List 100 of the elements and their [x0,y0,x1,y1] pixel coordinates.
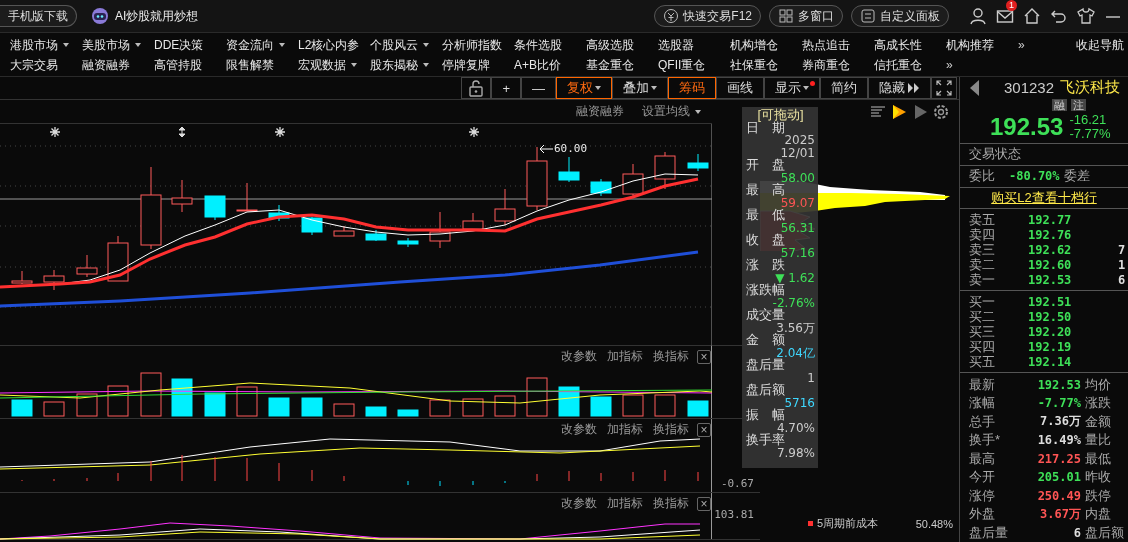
nav-link[interactable]: 港股市场 [10,36,82,54]
dropdown-caret-icon [423,63,429,67]
nav-link[interactable]: 限售解禁 [226,56,298,74]
stat-value: 7.36万 [1039,413,1081,431]
indicator-link[interactable]: 换指标 [653,348,689,365]
chart-tool-button[interactable]: 画线 [716,77,764,99]
collapse-nav-link[interactable]: 收起导航 [1076,36,1124,54]
nav-link[interactable]: L2核心内参 [298,36,370,54]
nav-link[interactable]: 条件选股 [514,36,586,54]
legend-label: 5周期前成本 [817,516,879,531]
nav-link[interactable]: 机构增仓 [730,36,802,54]
chart-tool-button[interactable]: + [491,77,521,99]
fullscreen-button[interactable] [931,77,957,99]
order-label: 卖一 [969,271,996,289]
tag-label: 注 [1071,98,1086,112]
chart-tool-button[interactable]: — [521,77,556,99]
field-label: 收 盘 [746,234,786,247]
user-icon[interactable] [969,7,987,25]
field-label: 振 幅 [746,409,786,422]
order-label: 买四 [969,338,996,356]
field-value: 12/01 [780,146,815,159]
nav-link[interactable]: 分析师指数 [442,36,514,54]
toolbar-button[interactable]: 自定义面板 [851,5,949,27]
indicator-link[interactable]: 改参数 [561,348,597,365]
data-panel[interactable]: [可拖动] 日 期 2025 12/01 开 盘 58.00 最 高 59.07 最 低 56.31 收 盘 57.16 涨 跌 ▼ 1.62 涨跌幅 -2.76% 成交量 3.56万 金 额 2.04亿 盘后量 1 盘后额 5716 振 幅 4.70% 换手率 7.98% [742,107,818,468]
home-icon[interactable] [1023,7,1041,25]
stat-label: 内盘 [1085,505,1111,524]
lock-button[interactable] [461,77,492,99]
more-link[interactable]: » [946,58,986,72]
close-button[interactable]: × [697,349,711,364]
indicator-link[interactable]: 改参数 [561,421,597,438]
stat-label: 外盘 [969,505,996,524]
nav-link[interactable]: 信托重仓 [874,56,946,74]
order-volume: 6 [1118,273,1126,287]
nav-link[interactable]: 大宗交易 [10,56,82,74]
dropdown-caret-icon [695,109,701,114]
candlestick [76,254,98,278]
chart-option-link[interactable]: 设置均线 [642,103,701,120]
candlestick [268,204,290,222]
indicator-link[interactable]: 加指标 [607,495,643,512]
nav-link[interactable]: 社保重仓 [730,56,802,74]
nav-link[interactable]: 宏观数据 [298,56,370,74]
chart-option-link[interactable]: 融资融券 [576,103,624,120]
nav-link[interactable]: 美股市场 [82,36,154,54]
nav-link[interactable]: 融资融券 [82,56,154,74]
candlestick [11,270,33,285]
indicator-link[interactable]: 加指标 [607,421,643,438]
field-value: 57.16 [780,246,815,259]
indicator-link[interactable]: 换指标 [653,495,689,512]
stat-label: 涨停 [969,486,996,505]
field-value: 4.70% [776,421,815,434]
chart-tool-button[interactable]: 简约 [820,77,868,99]
settings-icon[interactable] [933,104,949,120]
stat-value: 217.25 [1036,451,1081,466]
more-link[interactable]: » [1018,38,1058,52]
nav-link[interactable]: A+B比价 [514,56,586,74]
chart-tool-button[interactable]: 复权 [556,77,612,99]
stat-label: 最高 [969,449,996,468]
nav-link[interactable]: 个股风云 [370,36,442,54]
stat-label: 最低 [1085,449,1111,468]
nav-link[interactable]: 券商重仓 [802,56,874,74]
indicator-link[interactable]: 加指标 [607,348,643,365]
chart-tool-button[interactable]: 叠加 [612,77,668,99]
nav-link[interactable]: 基金重仓 [586,56,658,74]
dropdown-caret-icon [63,43,69,47]
chart-tool-button[interactable]: 显示 [764,77,820,99]
close-button[interactable]: × [697,422,711,437]
field-value: 59.07 [780,196,815,209]
nav-link[interactable]: 选股器 [658,36,730,54]
close-button[interactable]: × [697,496,711,511]
indicator-link[interactable]: 换指标 [653,421,689,438]
shirt-icon[interactable] [1077,7,1095,25]
nav-link[interactable]: 高级选股 [586,36,658,54]
indicator-link[interactable]: 改参数 [561,495,597,512]
chart-tool-button[interactable]: 隐藏 [868,77,931,99]
nav-link[interactable]: 机构推荐 [946,36,1018,54]
candlestick [526,146,548,211]
order-price: 192.19 [1028,340,1073,354]
chart-tool-button[interactable]: 筹码 [668,77,716,99]
nav-link[interactable]: QFII重仓 [658,56,730,74]
l2-link[interactable]: 购买L2查看十档行 [991,189,1097,207]
candlestick [107,235,129,282]
fullscreen-icon [936,80,952,96]
nav-link[interactable]: 热点追击 [802,36,874,54]
stock-name: 飞沃科技 [1060,78,1121,98]
nav-link[interactable]: 停牌复牌 [442,56,514,74]
candlestick [429,211,451,249]
nav-link[interactable]: 资金流向 [226,36,298,54]
toolbar-button[interactable]: 快速交易F12 [654,5,761,27]
lines-icon[interactable] [870,104,886,120]
nav-link[interactable]: 股东揭秘 [370,56,442,74]
candlestick [494,188,516,226]
play-icon[interactable] [891,104,907,120]
mail-icon[interactable] [996,7,1014,25]
toolbar-button[interactable]: 多窗口 [769,5,843,27]
nav-link[interactable]: DDE决策 [154,36,226,54]
nav-link[interactable]: 高管持股 [154,56,226,74]
nav-link[interactable]: 高成长性 [874,36,946,54]
ai-banner-link[interactable]: AI炒股就用炒想 [115,7,199,25]
download-button[interactable]: 手机版下载 [0,5,77,27]
